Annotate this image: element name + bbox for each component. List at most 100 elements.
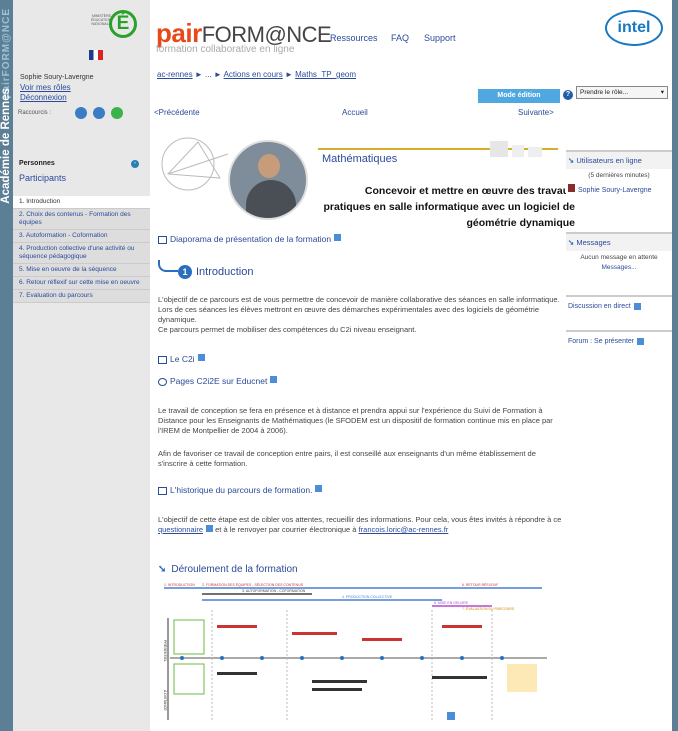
c2i-link[interactable]: Le C2i [158,354,205,364]
row-present: PRÉSENTIEL [163,640,168,662]
teacher-photo [228,140,308,220]
arrow-icon: ➘ [158,564,167,575]
intel-logo[interactable]: intel [605,10,663,46]
messages-link[interactable]: Messages... [566,264,672,274]
forum-link[interactable]: Forum : Se présenter [566,332,672,351]
buildings-icon [490,141,542,157]
nav-item-production[interactable]: 4. Production collective d'une activité … [13,243,150,264]
external-link-icon [447,712,455,720]
questionnaire-link[interactable]: questionnaire [158,525,203,534]
band-brand: pairFORM@NCE [1,8,12,99]
pairs-paragraph: Afin de favoriser ce travail de concepti… [158,449,536,468]
arrow-icon: ➘ [568,238,575,247]
shortcut-blue2-icon[interactable] [93,107,105,119]
forum-block: Forum : Se présenter [566,330,672,351]
flag-icon [89,50,103,60]
history-link[interactable]: L'historique du parcours de formation. [158,485,323,495]
breadcrumb-home[interactable]: ac-rennes [157,70,193,79]
e-logo-icon: É [109,10,137,38]
slideshow-link[interactable]: Diaporama de présentation de la formatio… [158,234,342,244]
breadcrumb-actions[interactable]: Actions en cours [224,70,283,79]
header: pairFORM@NCE formation collaborative en … [150,0,672,60]
arrow-icon: ➘ [568,156,575,165]
messages-block: ➘ Messages Aucun message en attente Mess… [566,232,672,274]
chevron-down-icon: ▾ [660,89,664,96]
chat-link[interactable]: Discussion en direct [566,297,672,316]
deroulement-heading: ➘ Déroulement de la formation [158,564,298,575]
nav-item-autoformation[interactable]: 3. Autoformation - Coformation [13,230,150,243]
main-content: Mathématiques Concevoir et mettre en œuv… [150,120,575,731]
sfodem-paragraph: Le travail de conception se fera en prés… [158,406,553,435]
email-link[interactable]: francois.loric@ac-rennes.fr [359,525,449,534]
resources-link[interactable]: Ressources [330,33,378,43]
avatar [568,184,575,192]
messages-title: ➘ Messages [566,234,672,251]
collapse-icon[interactable]: - [131,160,139,168]
chat-block: Discussion en direct [566,295,672,316]
role-select[interactable]: Prendre le rôle... ▾ [576,86,668,99]
external-link-icon [315,485,323,492]
phase-1: 1. INTRODUCTION [164,583,195,587]
external-link-icon [197,354,205,361]
shortcut-blue-icon[interactable] [75,107,87,119]
link-icon [158,355,167,364]
people-title: Personnes [19,160,55,167]
home-link[interactable]: Accueil [342,108,368,117]
external-link-icon [637,338,645,345]
roles-link[interactable]: Voir mes rôles [20,83,71,92]
next-link[interactable]: Suivante> [518,108,554,117]
brand-subtitle: formation collaborative en ligne [156,44,295,55]
intro-number: 1 [178,265,192,279]
course-nav: 1. Introduction 2. Choix des contenus - … [13,196,150,303]
external-link-icon [206,525,214,532]
right-band [672,0,678,731]
web-icon [158,377,167,386]
geometry-sketch-icon [161,137,229,191]
course-banner: Mathématiques Concevoir et mettre en œuv… [158,128,575,229]
phase-2: 2. FORMATION DES ÉQUIPES - SÉLECTION DES… [202,582,304,587]
shortcuts-label: Raccourcis : [18,110,52,116]
nav-item-introduction[interactable]: 1. Introduction [13,196,150,209]
online-users-block: ➘ Utilisateurs en ligne (5 dernières min… [566,150,672,196]
nav-item-choix[interactable]: 2. Choix des contenus - Formation des éq… [13,209,150,230]
subject-label: Mathématiques [322,153,398,165]
breadcrumb: ac-rennes ► ... ► Actions en cours ► Mat… [157,70,357,79]
intro-paragraph: L'objectif de ce parcours est de vous pe… [158,295,560,334]
intro-heading: 1 Introduction [158,265,253,279]
breadcrumb-course[interactable]: Maths_TP_geom [295,70,356,79]
nav-item-evaluation[interactable]: 7. Evaluation du parcours [13,290,150,303]
phase-6: 6. RETOUR RÉFLEXIF [462,582,498,587]
c2i2e-link[interactable]: Pages C2i2E sur Educnet [158,376,278,386]
help-icon[interactable]: ? [563,90,573,100]
faq-link[interactable]: FAQ [391,33,409,43]
online-users-sub: (5 dernières minutes) [588,172,650,179]
course-title: Concevoir et mettre en œuvre des travaux… [323,185,576,229]
online-users-title: ➘ Utilisateurs en ligne [566,152,672,169]
nav-item-retour[interactable]: 6. Retour réflexif sur cette mise en oeu… [13,277,150,290]
prev-link[interactable]: <Précédente [154,108,200,117]
user-name: Sophie Soury-Lavergne [20,74,94,81]
nav-item-mise-en-oeuvre[interactable]: 5. Mise en oeuvre de la séquence [13,264,150,277]
online-user-link[interactable]: Sophie Soury-Lavergne [566,182,672,196]
left-sidebar: MINISTÈRE ÉDUCATION NATIONALE É Sophie S… [13,0,150,731]
left-vertical-band: pairFORM@NCE Académie de Rennes [0,0,13,731]
phase-4: 4. PRODUCTION COLLECTIVE [342,595,393,599]
slideshow-icon [158,235,167,244]
logout-link[interactable]: Déconnexion [20,93,67,102]
messages-text: Aucun message en attente [580,254,658,261]
row-distance: À DISTANCE [163,690,167,711]
link-icon [158,486,167,495]
phase-5: 5. MISE EN OEUVRE [434,601,469,605]
phase-7: 7. ÉVALUATION DU PARCOURS [462,606,515,611]
external-link-icon [334,234,342,241]
support-link[interactable]: Support [424,33,456,43]
external-link-icon [633,303,641,310]
edit-mode-button[interactable]: Mode édition [478,89,560,103]
participants-link[interactable]: Participants [19,173,66,183]
shortcut-green-icon[interactable] [111,107,123,119]
phase-3: 3. AUTOFORMATION - COFORMATION [242,589,306,593]
band-academy: Académie de Rennes [0,88,12,204]
objective-paragraph: L'objectif de cette étape est de cibler … [158,515,562,534]
external-link-icon [270,376,278,383]
training-timeline-diagram: 1. INTRODUCTION 2. FORMATION DES ÉQUIPES… [163,582,547,720]
